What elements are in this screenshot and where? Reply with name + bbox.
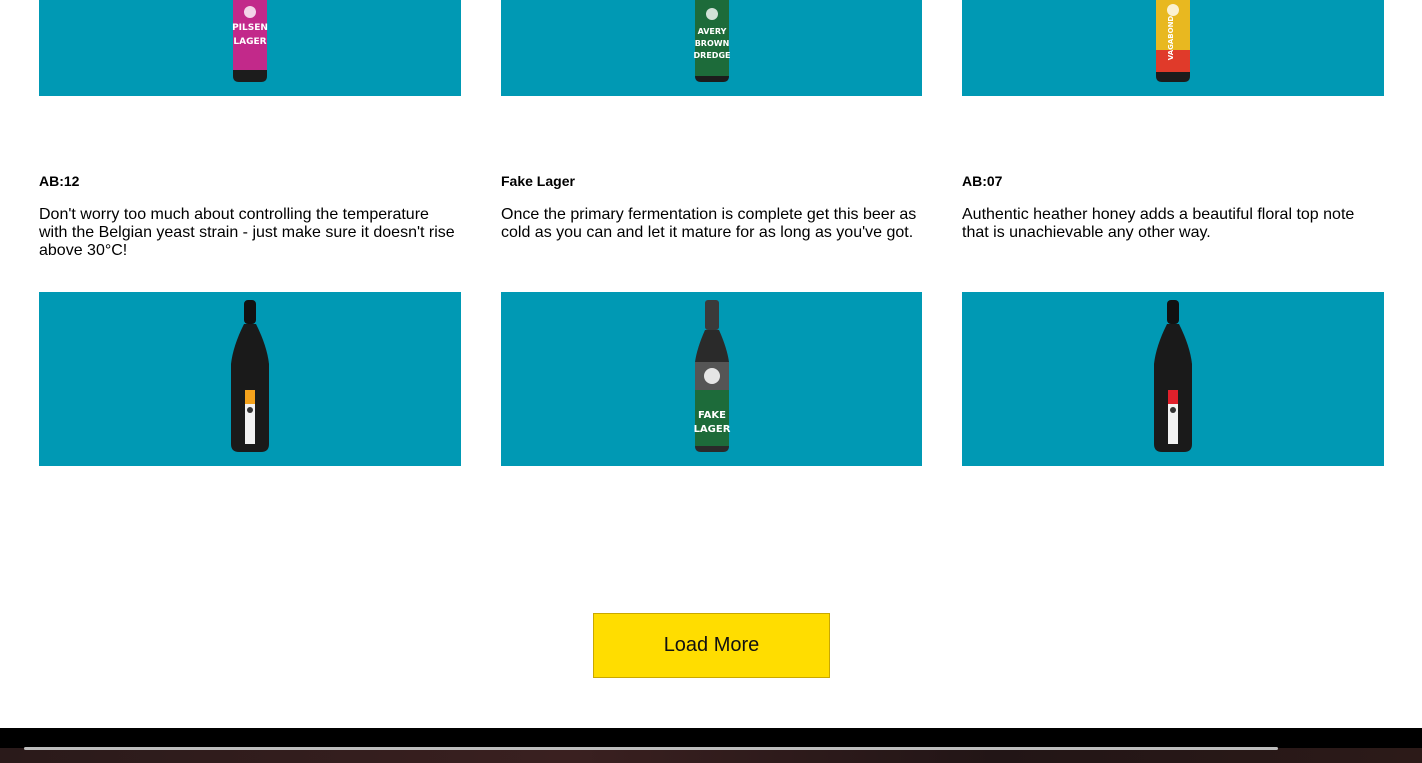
svg-text:VAGABOND: VAGABOND: [1167, 16, 1175, 61]
bottle-icon: FAKE LAGER: [691, 300, 733, 452]
load-more-button[interactable]: Load More: [593, 613, 830, 678]
svg-text:FAKE: FAKE: [697, 410, 725, 421]
footer-divider: [24, 747, 1278, 750]
beer-title[interactable]: AB:12: [39, 172, 461, 190]
beer-card-ab07: AB:07 Authentic heather honey adds a bea…: [962, 172, 1384, 242]
bottle-icon: AVERY BROWN DREDGE: [691, 0, 733, 82]
beer-description: Don't worry too much about controlling t…: [39, 206, 455, 259]
beer-card-fake-lager: Fake Lager Once the primary fermentation…: [501, 172, 922, 242]
svg-text:AVERY: AVERY: [697, 27, 726, 36]
beer-image-ab12[interactable]: [39, 292, 461, 466]
page: PILSEN LAGER AVERY BROWN DREDGE VAGABOND…: [0, 0, 1422, 763]
beer-image-ab07[interactable]: [962, 292, 1384, 466]
beer-image-vagabond[interactable]: VAGABOND: [962, 0, 1384, 96]
beer-title[interactable]: AB:07: [962, 172, 1384, 190]
svg-text:LAGER: LAGER: [233, 37, 266, 47]
beer-title[interactable]: Fake Lager: [501, 172, 922, 190]
beer-card-ab12: AB:12 Don't worry too much about control…: [39, 172, 461, 260]
beer-image-pilsen-lager[interactable]: PILSEN LAGER: [39, 0, 461, 96]
svg-text:BROWN: BROWN: [694, 39, 729, 48]
svg-text:PILSEN: PILSEN: [232, 23, 268, 33]
beer-image-avery-brown-dredge[interactable]: AVERY BROWN DREDGE: [501, 0, 922, 96]
bottle-icon: PILSEN LAGER: [229, 0, 271, 82]
footer-background: [0, 748, 1422, 763]
beer-description: Once the primary fermentation is complet…: [501, 206, 917, 241]
svg-text:LAGER: LAGER: [693, 424, 730, 435]
bottle-icon: VAGABOND: [1152, 0, 1194, 82]
beer-image-fake-lager[interactable]: FAKE LAGER: [501, 292, 922, 466]
bottle-icon: [229, 300, 271, 452]
bottle-icon: [1152, 300, 1194, 452]
svg-text:DREDGE: DREDGE: [693, 51, 730, 60]
beer-description: Authentic heather honey adds a beautiful…: [962, 206, 1355, 241]
